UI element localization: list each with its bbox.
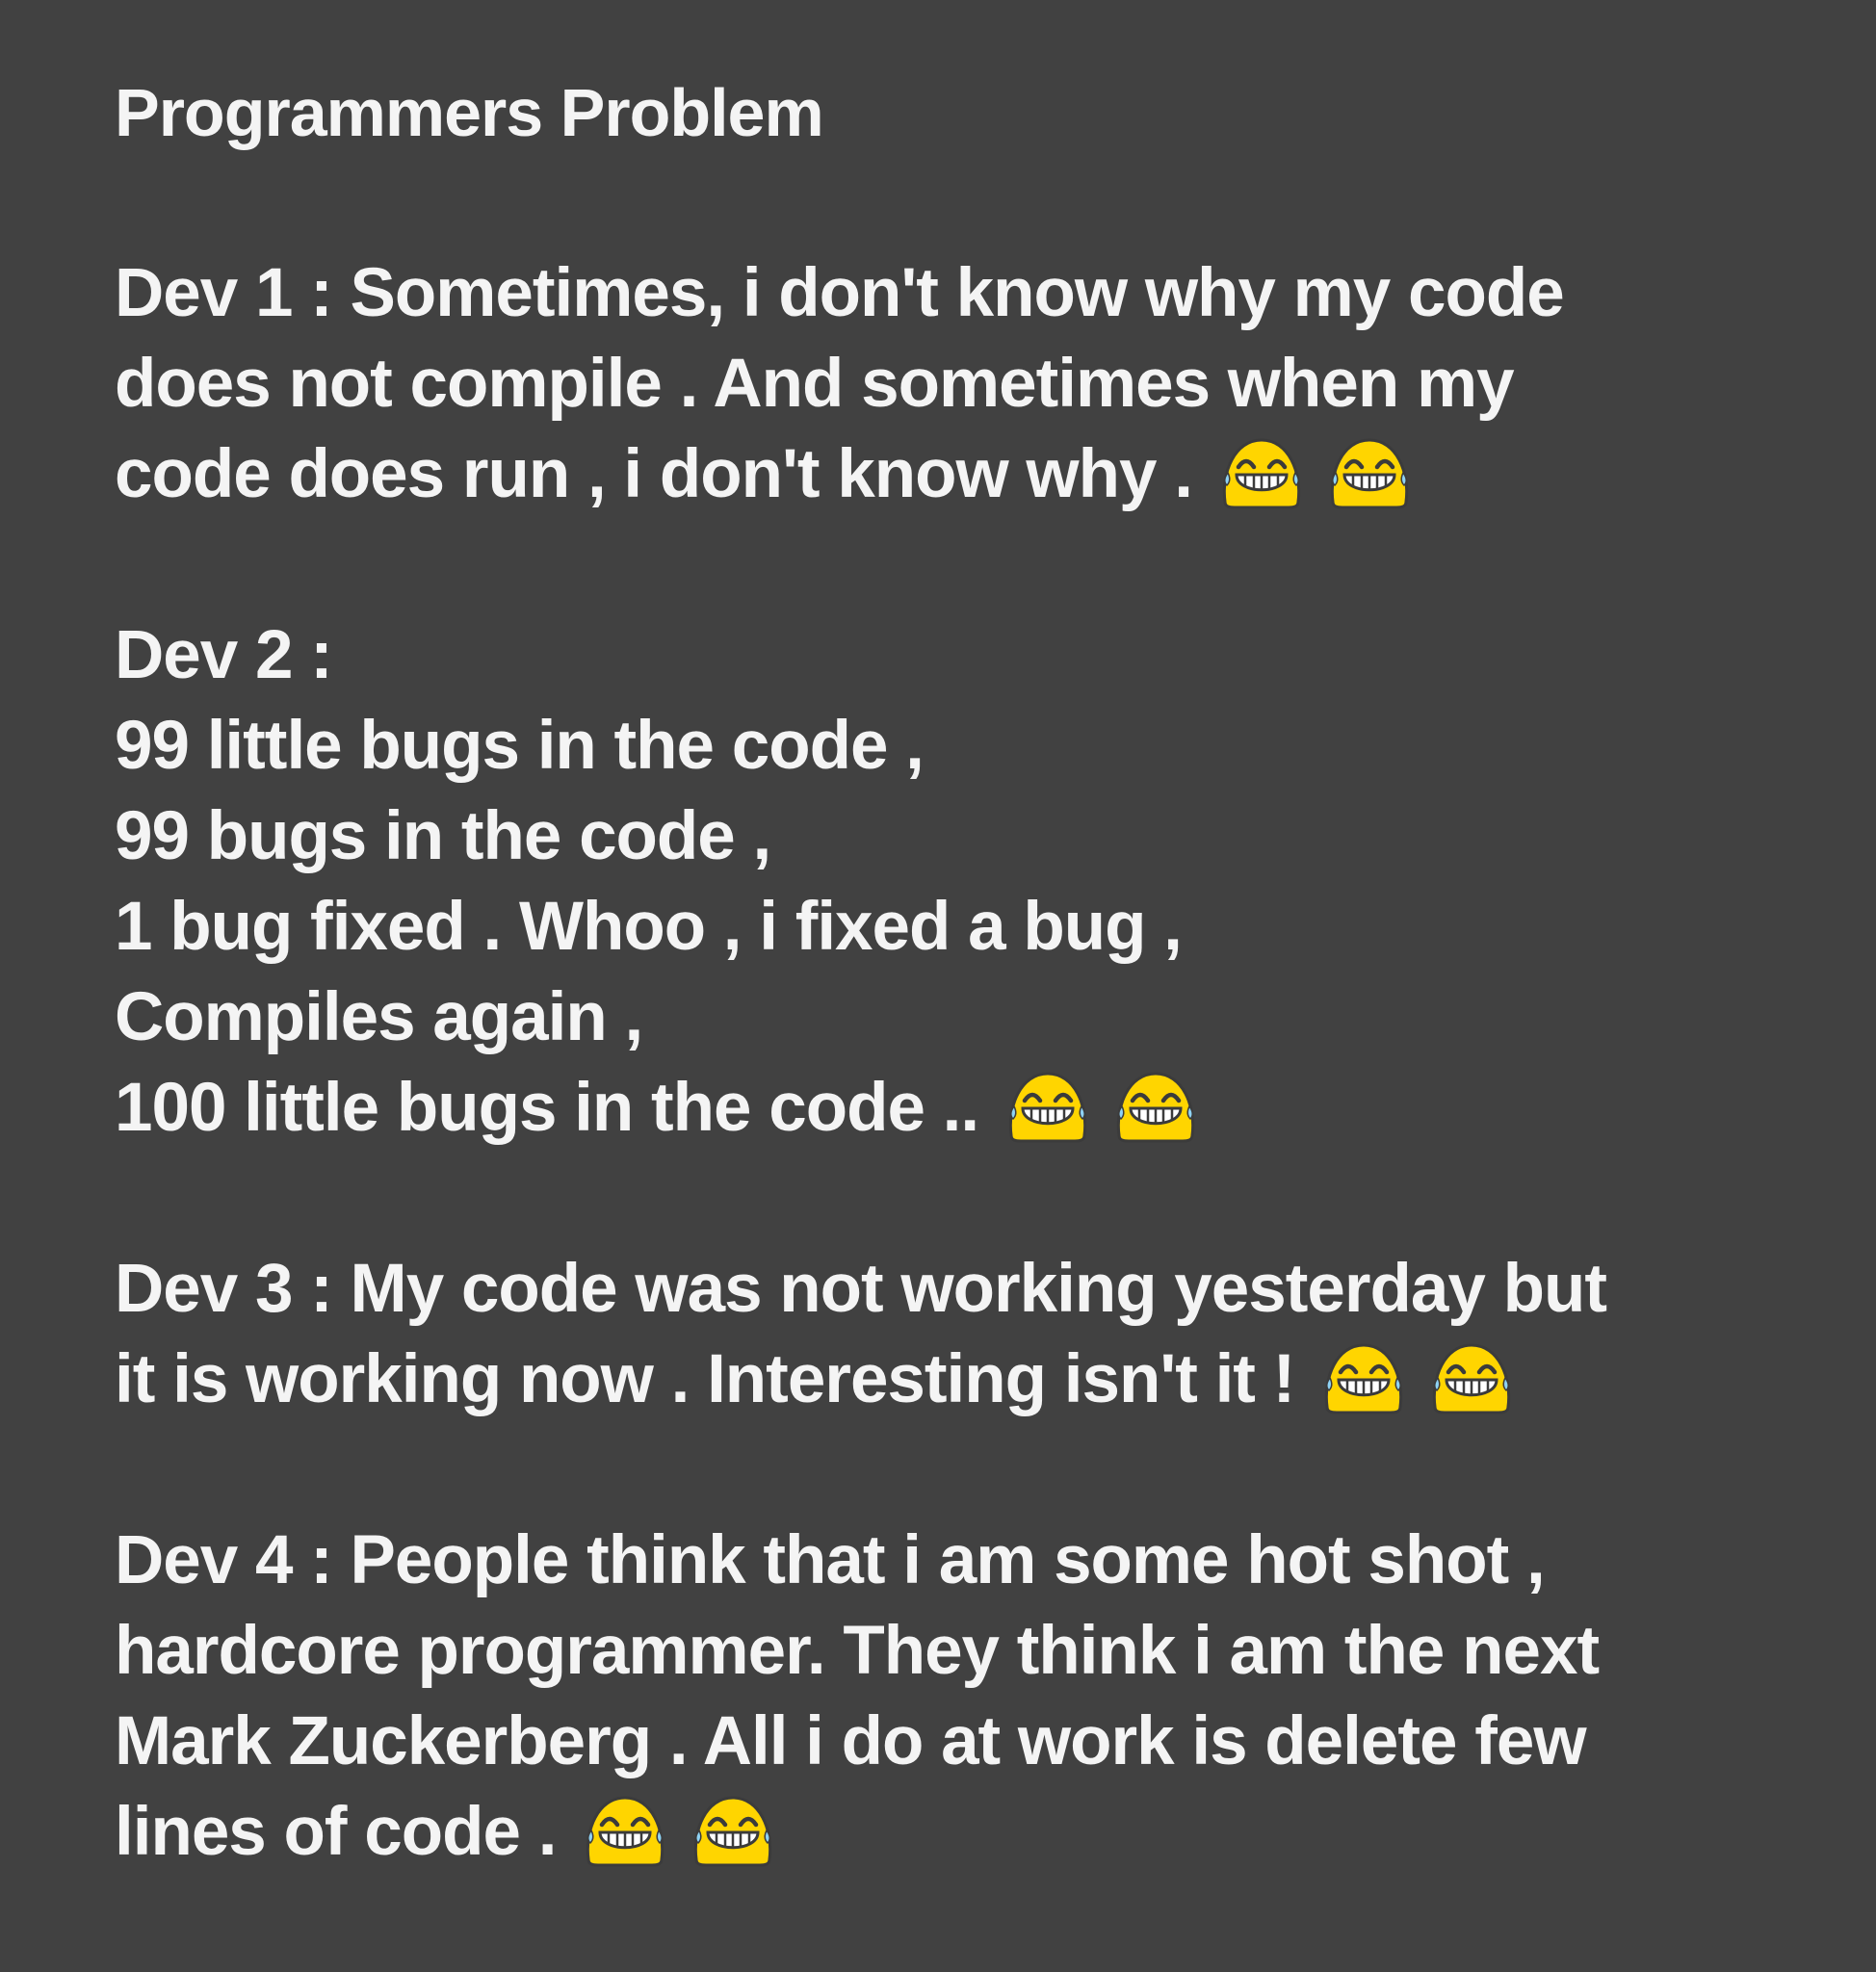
text-line: does not compile . And sometimes when my — [115, 339, 1810, 429]
text-line: it is working now . Interesting isn't it… — [115, 1335, 1810, 1425]
screen: { "post": { "title": "Programmers Proble… — [0, 0, 1876, 1972]
post-title: Programmers Problem — [115, 75, 824, 150]
text-line: lines of code . — [115, 1787, 1810, 1878]
text-line: Dev 2 : — [115, 610, 1810, 701]
text-line: code does run , i don't know why . — [115, 429, 1810, 520]
line-text: Compiles again , — [115, 979, 643, 1055]
text-line: hardcore programmer. They think i am the… — [115, 1606, 1810, 1697]
line-text: Mark Zuckerberg . All i do at work is de… — [115, 1703, 1587, 1779]
grinning-face-with-tears-of-joy-icon — [1111, 1068, 1200, 1143]
line-text: lines of code . — [115, 1794, 557, 1870]
line-text: 99 bugs in the code , — [115, 798, 771, 874]
line-text: hardcore programmer. They think i am the… — [115, 1613, 1600, 1689]
line-text: Dev 3 : My code was not working yesterda… — [115, 1251, 1607, 1327]
text-line: Dev 3 : My code was not working yesterda… — [115, 1244, 1810, 1335]
emoji-pair — [1310, 1335, 1516, 1425]
line-text: Dev 4 : People think that i am some hot … — [115, 1522, 1546, 1598]
line-text: Dev 2 : — [115, 617, 333, 693]
text-line: 1 bug fixed . Whoo , i fixed a bug , — [115, 882, 1810, 973]
grinning-face-with-tears-of-joy-icon — [1319, 1339, 1408, 1414]
dev-4-block: Dev 4 : People think that i am some hot … — [115, 1516, 1810, 1878]
text-line: 100 little bugs in the code .. — [115, 1063, 1810, 1154]
text-line: 99 bugs in the code , — [115, 791, 1810, 882]
line-text: 100 little bugs in the code .. — [115, 1070, 979, 1146]
emoji-pair — [1208, 429, 1414, 520]
dev-3-block: Dev 3 : My code was not working yesterda… — [115, 1244, 1810, 1425]
grinning-face-with-tears-of-joy-icon — [689, 1792, 777, 1867]
emoji-pair — [571, 1787, 777, 1878]
emoji-pair — [994, 1063, 1200, 1154]
grinning-face-with-tears-of-joy-icon — [1217, 434, 1306, 509]
line-text: Dev 1 : Sometimes, i don't know why my c… — [115, 255, 1565, 331]
grinning-face-with-tears-of-joy-icon — [581, 1792, 669, 1867]
post-body: Programmers Problem Dev 1 : Sometimes, i… — [115, 67, 1810, 1878]
line-text: code does run , i don't know why . — [115, 436, 1193, 512]
text-line: Dev 1 : Sometimes, i don't know why my c… — [115, 248, 1810, 339]
line-text: does not compile . And sometimes when my — [115, 346, 1515, 422]
text-line: Compiles again , — [115, 973, 1810, 1063]
grinning-face-with-tears-of-joy-icon — [1427, 1339, 1516, 1414]
text-line: Mark Zuckerberg . All i do at work is de… — [115, 1697, 1810, 1787]
grinning-face-with-tears-of-joy-icon — [1003, 1068, 1092, 1143]
dev-2-block: Dev 2 : 99 little bugs in the code , 99 … — [115, 610, 1810, 1154]
text-line: Dev 4 : People think that i am some hot … — [115, 1516, 1810, 1606]
line-text: 99 little bugs in the code , — [115, 708, 925, 784]
line-text: 1 bug fixed . Whoo , i fixed a bug , — [115, 889, 1183, 965]
dev-1-block: Dev 1 : Sometimes, i don't know why my c… — [115, 248, 1810, 520]
text-line: 99 little bugs in the code , — [115, 701, 1810, 791]
grinning-face-with-tears-of-joy-icon — [1325, 434, 1414, 509]
line-text: it is working now . Interesting isn't it… — [115, 1341, 1295, 1417]
